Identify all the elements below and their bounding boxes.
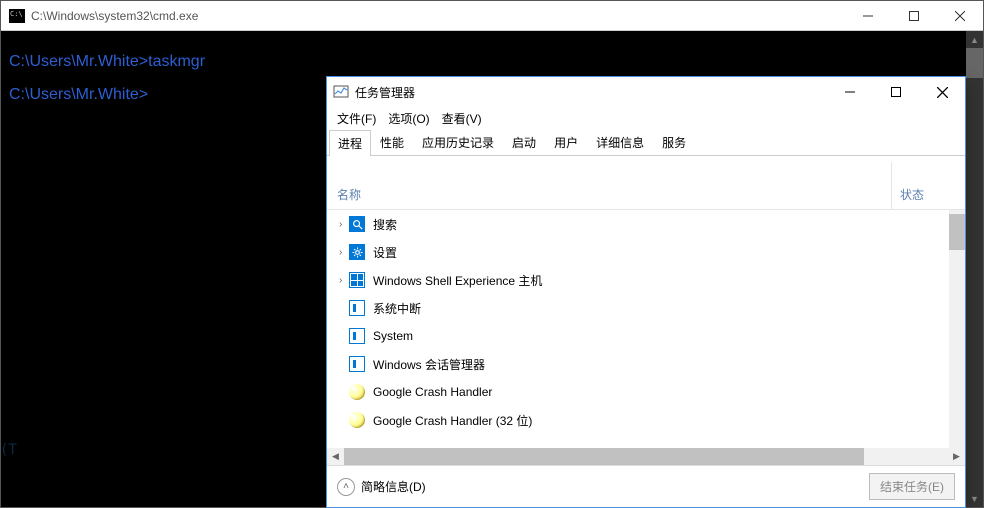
process-row[interactable]: › 搜索 <box>327 210 949 238</box>
scroll-down-icon[interactable]: ▼ <box>966 490 983 507</box>
search-icon <box>349 216 365 232</box>
process-name: 系统中断 <box>373 300 421 317</box>
cmd-scrollbar[interactable]: ▲ ▼ <box>966 31 983 507</box>
cmd-title: C:\Windows\system32\cmd.exe <box>31 9 845 23</box>
system-icon <box>349 356 365 372</box>
task-manager-window: 任务管理器 文件(F) 选项(O) 查看(V) 进程 性能 应用历史记录 启动 … <box>326 76 966 508</box>
menu-view[interactable]: 查看(V) <box>436 108 488 129</box>
tm-title: 任务管理器 <box>355 84 827 101</box>
crash-handler-icon <box>349 384 365 400</box>
horizontal-scrollbar[interactable]: ◀ ▶ <box>327 448 965 465</box>
minimize-button[interactable] <box>845 1 891 31</box>
hscroll-thumb[interactable] <box>344 448 864 465</box>
process-name: Windows Shell Experience 主机 <box>373 272 542 289</box>
list-scrollbar[interactable] <box>949 210 965 448</box>
process-row[interactable]: 系统中断 <box>327 294 949 322</box>
gear-icon <box>349 244 365 260</box>
tab-processes[interactable]: 进程 <box>329 130 371 156</box>
tab-startup[interactable]: 启动 <box>503 129 545 155</box>
fewer-details-button[interactable]: ˄ 简略信息(D) <box>337 478 426 496</box>
task-manager-icon <box>333 84 349 100</box>
truncated-text: (T <box>0 442 17 458</box>
scroll-right-icon[interactable]: ▶ <box>948 448 965 465</box>
process-name: 搜索 <box>373 216 397 233</box>
scroll-thumb[interactable] <box>966 48 983 78</box>
expand-icon[interactable]: › <box>339 247 349 258</box>
maximize-button[interactable] <box>891 1 937 31</box>
chevron-up-icon: ˄ <box>337 478 355 496</box>
col-name[interactable]: 名称 <box>327 186 891 209</box>
crash-handler-icon <box>349 412 365 428</box>
tab-details[interactable]: 详细信息 <box>587 129 653 155</box>
window-icon <box>349 272 365 288</box>
tm-footer: ˄ 简略信息(D) 结束任务(E) <box>327 465 965 507</box>
expand-icon[interactable]: › <box>339 275 349 286</box>
system-icon <box>349 328 365 344</box>
tab-performance[interactable]: 性能 <box>371 129 413 155</box>
minimize-button[interactable] <box>827 77 873 107</box>
tab-app-history[interactable]: 应用历史记录 <box>413 129 503 155</box>
close-button[interactable] <box>919 77 965 107</box>
cmd-titlebar[interactable]: C:\Windows\system32\cmd.exe <box>1 1 983 31</box>
menu-file[interactable]: 文件(F) <box>331 108 382 129</box>
system-icon <box>349 300 365 316</box>
column-headers: 名称 状态 <box>327 162 965 210</box>
process-row[interactable]: System <box>327 322 949 350</box>
col-status[interactable]: 状态 <box>891 162 965 209</box>
tm-titlebar[interactable]: 任务管理器 <box>327 77 965 107</box>
tab-services[interactable]: 服务 <box>653 129 695 155</box>
fewer-details-label: 简略信息(D) <box>361 478 426 495</box>
close-button[interactable] <box>937 1 983 31</box>
process-list: › 搜索 › 设置 › Windows Shell Experience 主机系统中断 Sy… <box>327 210 965 448</box>
process-row[interactable]: › 设置 <box>327 238 949 266</box>
expand-icon[interactable]: › <box>339 219 349 230</box>
process-row[interactable]: Google Crash Handler (32 位) <box>327 406 949 434</box>
scroll-up-icon[interactable]: ▲ <box>966 31 983 48</box>
scroll-thumb[interactable] <box>949 214 965 250</box>
scroll-left-icon[interactable]: ◀ <box>327 448 344 465</box>
tab-users[interactable]: 用户 <box>545 129 587 155</box>
process-name: Google Crash Handler (32 位) <box>373 412 532 429</box>
process-row[interactable]: › Windows Shell Experience 主机 <box>327 266 949 294</box>
cmd-icon <box>9 9 25 23</box>
menu-options[interactable]: 选项(O) <box>382 108 435 129</box>
process-name: System <box>373 329 413 343</box>
maximize-button[interactable] <box>873 77 919 107</box>
tm-menubar: 文件(F) 选项(O) 查看(V) <box>327 107 965 129</box>
process-name: Windows 会话管理器 <box>373 356 485 373</box>
end-task-button[interactable]: 结束任务(E) <box>869 473 955 500</box>
process-name: Google Crash Handler <box>373 385 492 399</box>
process-name: 设置 <box>373 244 397 261</box>
tm-tabs: 进程 性能 应用历史记录 启动 用户 详细信息 服务 <box>327 129 965 156</box>
process-row[interactable]: Google Crash Handler <box>327 378 949 406</box>
process-row[interactable]: Windows 会话管理器 <box>327 350 949 378</box>
